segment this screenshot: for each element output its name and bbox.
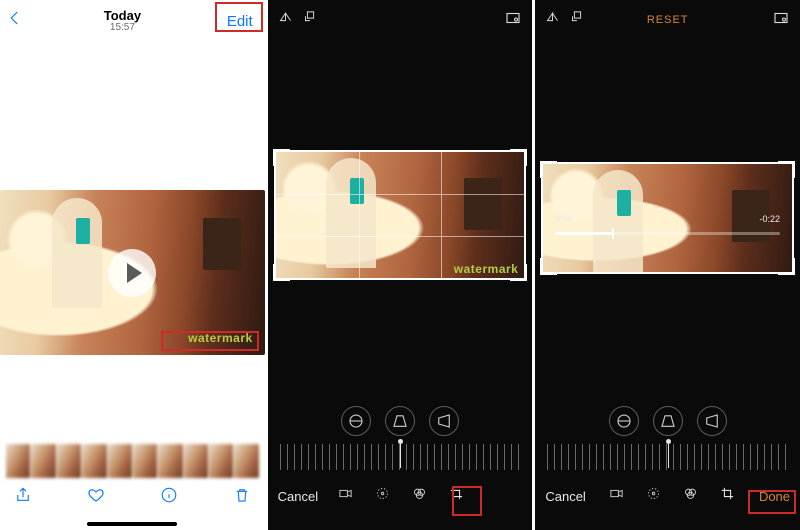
crop-top-bar	[268, 6, 533, 34]
crop-frame[interactable]	[541, 162, 794, 274]
favorite-button[interactable]	[87, 486, 105, 509]
rotate-button[interactable]	[303, 10, 318, 30]
chevron-left-icon	[6, 9, 24, 27]
mode-crop-button[interactable]	[449, 486, 464, 506]
edit-button[interactable]: Edit	[221, 9, 259, 34]
adjust-icon	[646, 486, 661, 501]
crop-done-screen: RESET 0:06 -0:22 Cancel Done	[535, 0, 800, 530]
crop-frame[interactable]	[274, 150, 527, 280]
delete-button[interactable]	[233, 486, 251, 509]
straighten-bar	[535, 406, 800, 436]
straighten-icon	[347, 412, 365, 430]
title-time: 15:57	[24, 23, 221, 34]
mode-adjust-button[interactable]	[375, 486, 390, 506]
edit-mode-tabs	[318, 486, 484, 506]
angle-ruler[interactable]	[547, 444, 788, 470]
mode-video-button[interactable]	[338, 486, 353, 506]
mode-crop-button[interactable]	[720, 486, 735, 506]
aspect-icon	[504, 9, 522, 27]
vertical-skew-icon	[659, 412, 677, 430]
edit-mode-tabs	[586, 486, 759, 506]
video-icon	[338, 486, 353, 501]
vertical-skew-button[interactable]	[653, 406, 683, 436]
title-area: Today 15:57	[24, 9, 221, 33]
cancel-button[interactable]: Cancel	[545, 489, 585, 504]
play-button[interactable]	[108, 249, 156, 297]
reset-button[interactable]: RESET	[535, 14, 800, 26]
angle-ruler[interactable]	[280, 444, 521, 470]
adjust-icon	[375, 486, 390, 501]
video-preview[interactable]: watermark	[0, 190, 265, 355]
timeline-thumbnails[interactable]	[0, 444, 265, 478]
trim-start-label: 0:06	[555, 214, 573, 224]
info-icon	[160, 486, 178, 504]
watermark-label: watermark	[188, 331, 253, 345]
cancel-button[interactable]: Cancel	[278, 489, 318, 504]
crop-icon	[449, 486, 464, 501]
straighten-button[interactable]	[609, 406, 639, 436]
mode-adjust-button[interactable]	[646, 486, 661, 506]
done-button[interactable]: Done	[759, 489, 790, 504]
crop-bottom-bar: Cancel	[268, 482, 533, 510]
mode-filters-button[interactable]	[683, 486, 698, 506]
flip-button[interactable]	[278, 10, 293, 30]
title-label: Today	[24, 9, 221, 23]
share-button[interactable]	[14, 486, 32, 509]
info-button[interactable]	[160, 486, 178, 509]
trim-bar[interactable]: 0:06 -0:22	[555, 232, 780, 235]
mode-video-button[interactable]	[609, 486, 624, 506]
flip-icon	[278, 10, 293, 25]
straighten-icon	[615, 412, 633, 430]
trim-end-label: -0:22	[760, 214, 781, 224]
filters-icon	[683, 486, 698, 501]
mode-filters-button[interactable]	[412, 486, 427, 506]
back-button[interactable]	[6, 9, 24, 33]
horizontal-skew-button[interactable]	[429, 406, 459, 436]
heart-icon	[87, 486, 105, 504]
viewer-top-bar: Today 15:57 Edit	[0, 0, 265, 38]
crop-icon	[720, 486, 735, 501]
vertical-skew-button[interactable]	[385, 406, 415, 436]
photos-viewer-screen: Today 15:57 Edit watermark	[0, 0, 265, 530]
viewer-toolbar	[0, 480, 265, 514]
horizontal-skew-button[interactable]	[697, 406, 727, 436]
share-icon	[14, 486, 32, 504]
straighten-button[interactable]	[341, 406, 371, 436]
crop-bottom-bar: Cancel Done	[535, 482, 800, 510]
crop-top-bar: RESET	[535, 6, 800, 34]
video-icon	[609, 486, 624, 501]
trash-icon	[233, 486, 251, 504]
straighten-bar	[268, 406, 533, 436]
rotate-icon	[303, 10, 318, 25]
aspect-button[interactable]	[504, 9, 522, 32]
horizontal-skew-icon	[435, 412, 453, 430]
filters-icon	[412, 486, 427, 501]
crop-editor-screen: watermark Cancel	[268, 0, 533, 530]
home-indicator	[87, 522, 177, 526]
vertical-skew-icon	[391, 412, 409, 430]
horizontal-skew-icon	[703, 412, 721, 430]
